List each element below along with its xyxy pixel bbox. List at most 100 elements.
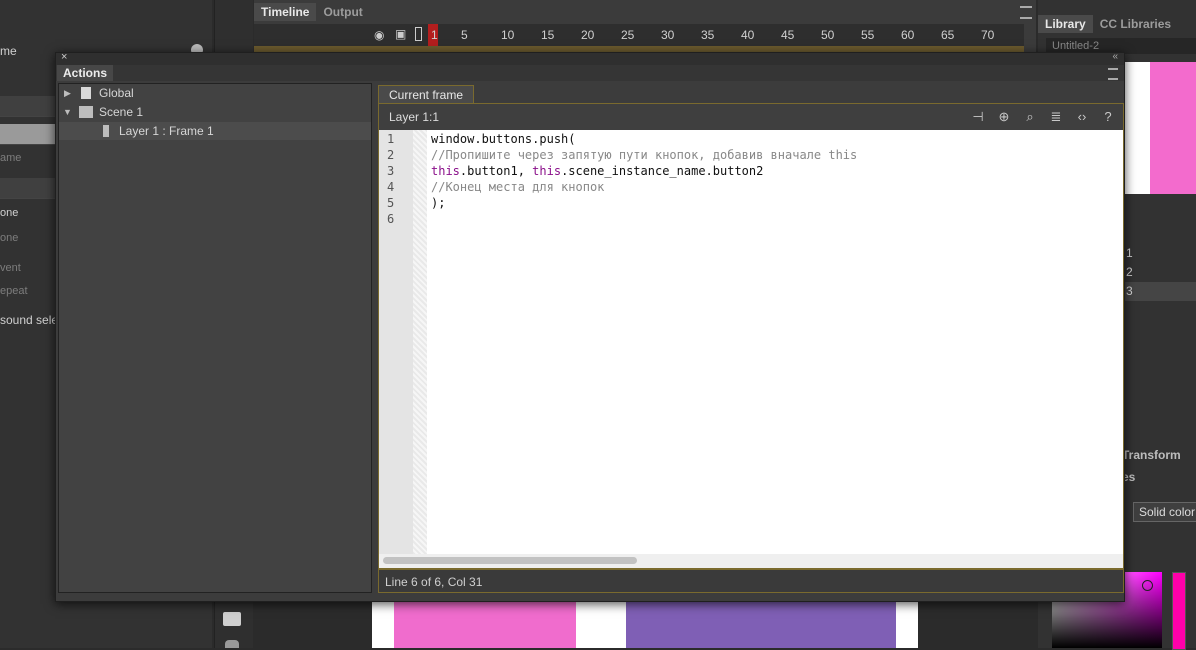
hand-tool-icon[interactable] <box>225 640 239 648</box>
clapperboard-icon <box>79 106 93 118</box>
collapse-icon[interactable]: « <box>1112 51 1118 62</box>
line-number: 2 <box>387 148 395 162</box>
timeline-panel: Timeline Output ◉ ▣ 1 5 10 15 20 25 30 35… <box>254 0 1036 52</box>
code-line[interactable]: ); <box>431 196 445 210</box>
frame-number: 25 <box>621 28 635 42</box>
frame-ruler[interactable]: ◉ ▣ 1 5 10 15 20 25 30 35 40 45 50 55 60… <box>254 24 1024 46</box>
frame-number: 1 <box>431 28 438 42</box>
line-number: 1 <box>387 132 395 146</box>
library-item[interactable]: 3 <box>1124 282 1196 301</box>
code-line[interactable]: window.buttons.push( <box>431 132 576 146</box>
expand-arrow-icon[interactable]: ▶ <box>64 84 71 102</box>
properties-row[interactable]: one <box>0 207 18 219</box>
fold-gutter <box>413 130 427 554</box>
fill-type-select[interactable]: Solid color <box>1133 502 1196 522</box>
tab-cc-libraries[interactable]: CC Libraries <box>1093 15 1178 33</box>
keyword-token: this <box>431 164 460 178</box>
keyword-token: this <box>532 164 562 178</box>
code-snippets-icon[interactable]: ‹› <box>1073 108 1091 126</box>
eye-icon[interactable]: ◉ <box>374 28 384 42</box>
frame-number: 20 <box>581 28 595 42</box>
cursor-position: Line 6 of 6, Col 31 <box>385 575 483 589</box>
document-icon <box>81 87 91 99</box>
timeline-tabs: Timeline Output <box>254 3 370 21</box>
actions-titlebar[interactable]: × « <box>56 51 1124 65</box>
format-icon[interactable]: ≣ <box>1047 108 1065 126</box>
frame-number: 70 <box>981 28 995 42</box>
help-icon[interactable]: ? <box>1099 108 1117 126</box>
close-icon[interactable]: × <box>61 51 67 63</box>
editor-toolbar: Layer 1:1 ⊣ ⊕ ⌕ ≣ ‹›? <box>378 103 1124 130</box>
code-line[interactable]: this.button1, this.scene_instance_name.b… <box>431 164 763 178</box>
code-token: .scene_instance_name.button2 <box>561 164 764 178</box>
code-line-comment[interactable]: //Пропишите через запятую пути кнопок, д… <box>431 148 857 162</box>
editor-icons: ⊣ ⊕ ⌕ ≣ ‹›? <box>961 108 1117 126</box>
stage-button-shape[interactable] <box>394 600 576 648</box>
actions-tabbar: Actions <box>56 65 1124 81</box>
code-editor[interactable]: 1 2 3 4 5 6 window.buttons.push( //Пропи… <box>378 130 1124 554</box>
actions-title[interactable]: Actions <box>57 65 114 81</box>
frame-number: 10 <box>501 28 515 42</box>
script-navigator: ▶ Global ▼ Scene 1 Layer 1 : Frame 1 <box>58 83 372 593</box>
stage[interactable] <box>372 600 918 648</box>
frame-number: 15 <box>541 28 555 42</box>
preview-shape <box>1150 62 1196 194</box>
properties-selected-field[interactable] <box>0 124 56 145</box>
frame-number: 65 <box>941 28 955 42</box>
horizontal-scrollbar[interactable] <box>378 554 1124 569</box>
line-number: 5 <box>387 196 395 210</box>
frame-number: 5 <box>461 28 468 42</box>
panel-menu-icon[interactable] <box>1020 6 1032 19</box>
tree-label: Scene 1 <box>99 105 144 119</box>
properties-field <box>0 96 56 117</box>
tab-timeline[interactable]: Timeline <box>254 3 317 21</box>
frame-number: 40 <box>741 28 755 42</box>
tree-item-global[interactable]: ▶ Global <box>59 84 371 102</box>
lock-icon[interactable]: ▣ <box>395 27 406 41</box>
frame-number: 60 <box>901 28 915 42</box>
tab-transform[interactable]: Transform <box>1122 448 1181 462</box>
properties-row: sound sele <box>0 313 59 327</box>
frame-number: 45 <box>781 28 795 42</box>
camera-tool-icon[interactable] <box>223 612 241 626</box>
tree-item-scene[interactable]: ▼ Scene 1 <box>59 103 371 121</box>
library-item[interactable]: 2 <box>1124 263 1196 282</box>
scrollbar-thumb[interactable] <box>383 557 637 564</box>
library-preview <box>1124 62 1196 194</box>
pin-icon[interactable]: ⊣ <box>969 108 987 126</box>
target-icon[interactable]: ⊕ <box>995 108 1013 126</box>
frame-number: 50 <box>821 28 835 42</box>
library-tabs: Library CC Libraries <box>1038 15 1178 33</box>
properties-row[interactable]: one <box>0 232 18 244</box>
status-bar: Line 6 of 6, Col 31 <box>378 569 1124 593</box>
properties-field <box>0 178 56 199</box>
script-editor: Current frame Layer 1:1 ⊣ ⊕ ⌕ ≣ ‹›? 1 2 3 4 … <box>376 83 1124 593</box>
panel-menu-icon[interactable] <box>1108 68 1118 80</box>
line-number: 4 <box>387 180 395 194</box>
frame-number: 35 <box>701 28 715 42</box>
tree-item-frame[interactable]: Layer 1 : Frame 1 <box>59 122 371 140</box>
find-icon[interactable]: ⌕ <box>1021 108 1039 126</box>
color-picker-cursor[interactable] <box>1142 580 1153 591</box>
frame-number: 55 <box>861 28 875 42</box>
line-number: 6 <box>387 212 395 226</box>
line-gutter: 1 2 3 4 5 6 <box>379 130 413 554</box>
hue-slider[interactable] <box>1172 572 1186 650</box>
outline-icon[interactable] <box>415 27 422 41</box>
code-token: .button1, <box>459 164 533 178</box>
frame-number: 30 <box>661 28 675 42</box>
frame-icon <box>103 125 109 137</box>
code-line-comment[interactable]: //Конец места для кнопок <box>431 180 604 194</box>
tab-current-frame[interactable]: Current frame <box>378 85 475 104</box>
library-list: 1 2 3 <box>1124 244 1196 301</box>
stage-button-shape[interactable] <box>626 600 896 648</box>
tab-library[interactable]: Library <box>1038 15 1093 33</box>
tree-label: Global <box>99 86 134 100</box>
tab-output[interactable]: Output <box>316 3 369 21</box>
properties-row[interactable]: epeat <box>0 285 28 297</box>
properties-row[interactable]: vent <box>0 262 21 274</box>
properties-row: me <box>0 44 17 58</box>
actions-window: × « Actions ▶ Global ▼ Scene 1 Layer 1 :… <box>55 51 1125 602</box>
collapse-arrow-icon[interactable]: ▼ <box>63 103 72 121</box>
library-item[interactable]: 1 <box>1124 244 1196 263</box>
